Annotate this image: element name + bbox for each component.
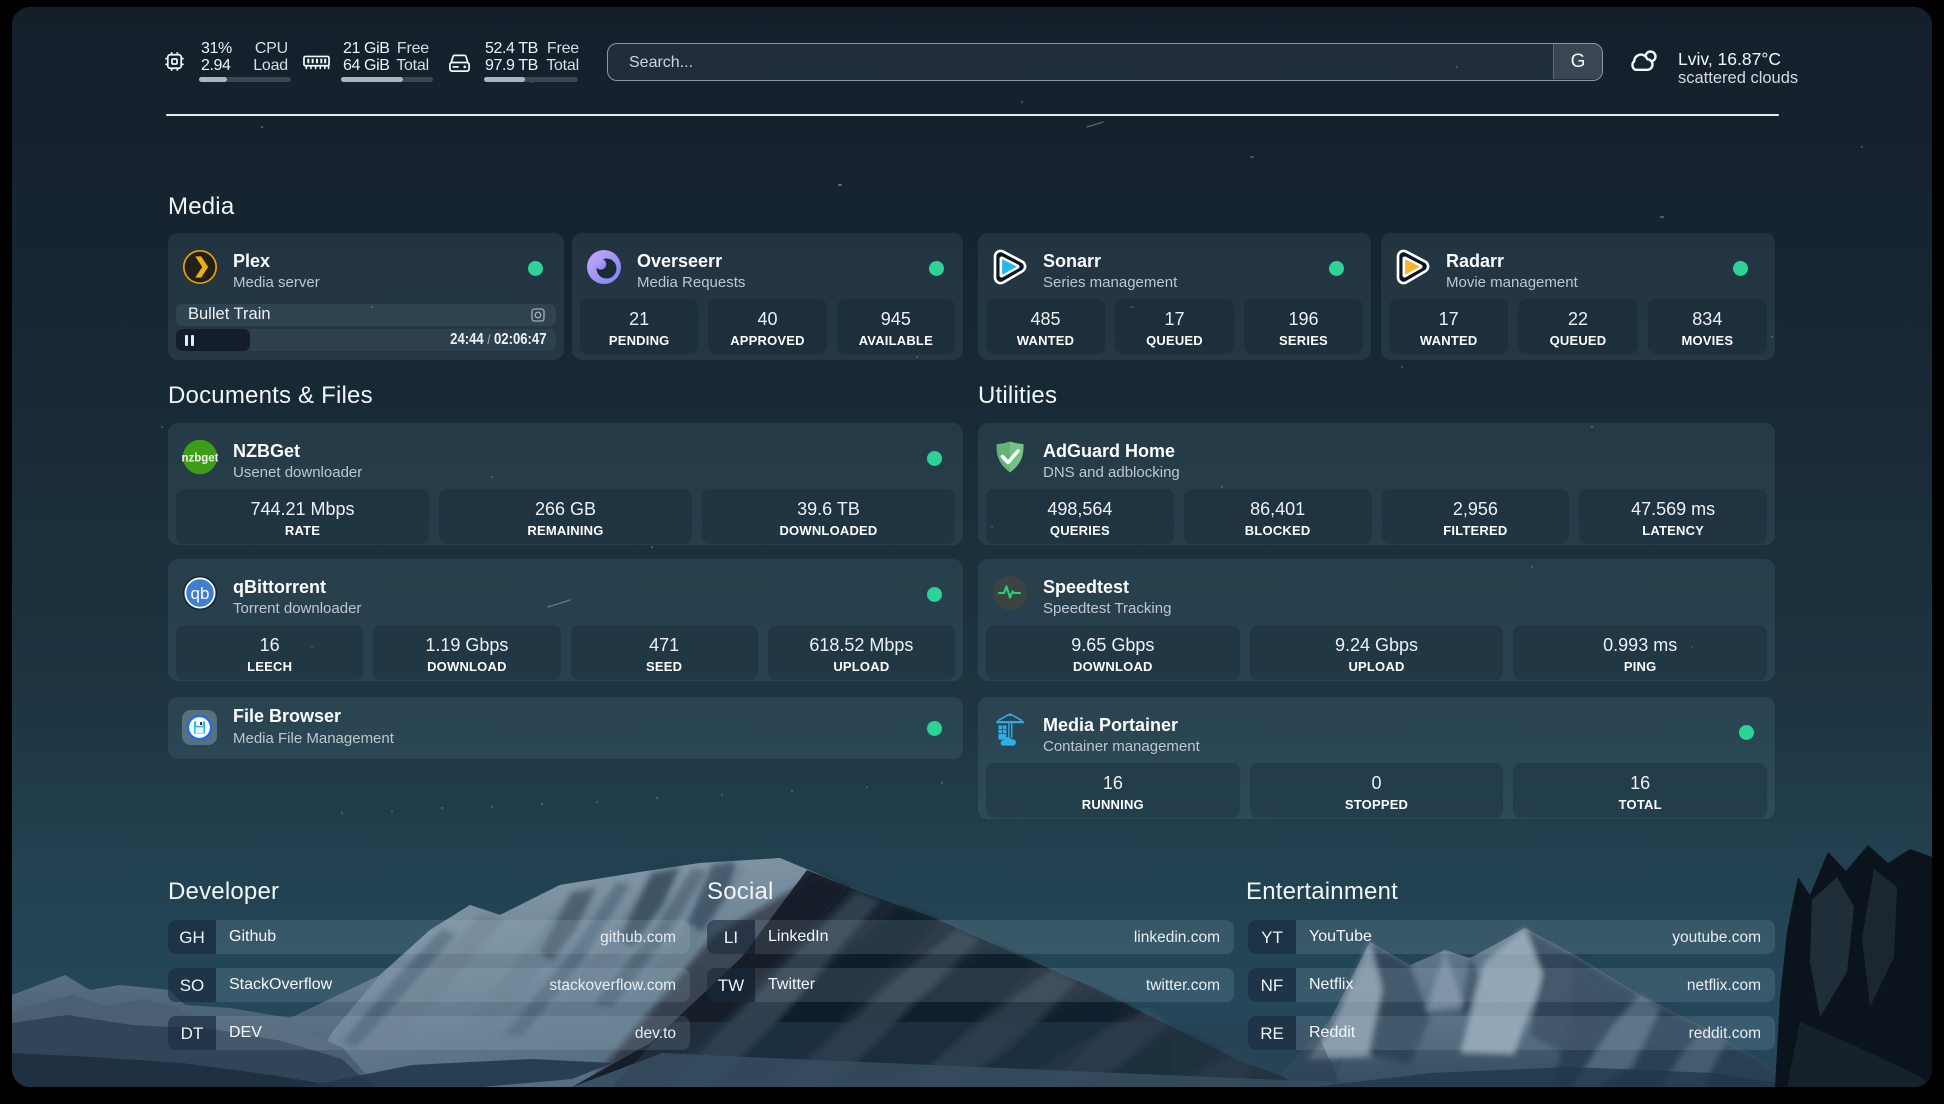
svg-text:qb: qb [191,584,210,603]
svg-text:nzbget: nzbget [182,453,218,465]
